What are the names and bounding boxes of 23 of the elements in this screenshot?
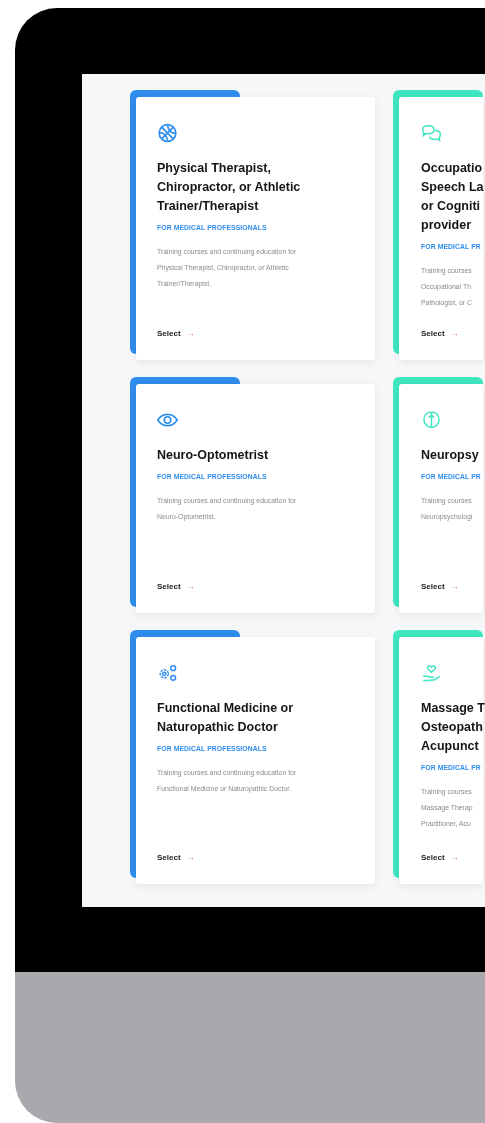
hand-heart-icon (421, 663, 442, 683)
ball-icon (157, 123, 178, 143)
chat-icon (421, 123, 442, 143)
arrow-icon: → (450, 329, 459, 338)
card-title: Functional Medicine or Naturopathic Doctor (157, 700, 295, 736)
card-title: Neuropsy (421, 447, 480, 464)
card-title: Neuro-Optometrist (157, 447, 270, 464)
card[interactable] (136, 97, 375, 360)
card-title: Occupatio Speech La or Cogniti provider (421, 160, 483, 234)
arrow-icon: → (186, 582, 195, 591)
select-link[interactable]: Select (157, 582, 181, 591)
card-title: Physical Therapist, Chiropractor, or Athletic Trainer/Therapist (157, 160, 302, 215)
arrow-icon: → (450, 853, 459, 862)
select-link[interactable]: Select (421, 853, 445, 862)
card-title: Massage T Osteopath Acupunct (421, 700, 483, 755)
select-link[interactable]: Select (421, 329, 445, 338)
arrow-icon: → (450, 582, 459, 591)
arrow-icon: → (186, 329, 195, 338)
select-link[interactable]: Select (157, 853, 181, 862)
arrow-icon: → (186, 853, 195, 862)
select-link[interactable]: Select (157, 329, 181, 338)
select-link[interactable]: Select (421, 582, 445, 591)
gears-icon (157, 663, 178, 683)
